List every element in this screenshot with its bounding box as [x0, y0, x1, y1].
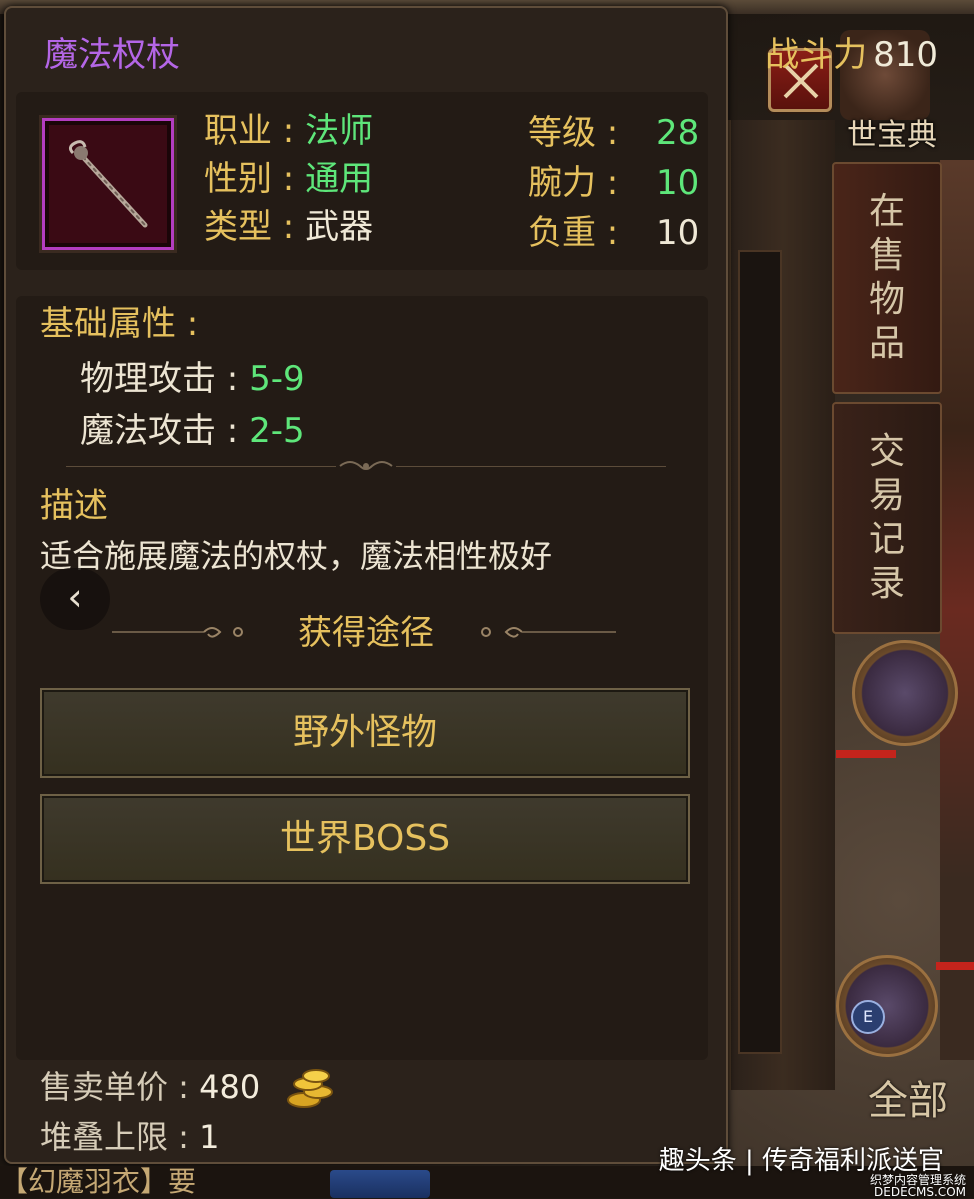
weight-label: 负重 :: [528, 213, 619, 253]
sell-price-label: 售卖单价 :: [40, 1068, 200, 1106]
e-badge: E: [851, 1000, 885, 1034]
magic-attack-row: 魔法攻击 : 2-5: [80, 408, 305, 454]
watermark-small-text: 织梦内容管理系统 DEDECMS.COM: [869, 1173, 966, 1199]
filter-all-label[interactable]: 全部: [868, 1068, 948, 1126]
type-label: 类型 :: [204, 207, 306, 247]
stack-limit-value: 1: [199, 1118, 220, 1156]
hp-bar: [936, 962, 974, 970]
tab-on-sale-label: 在售物品: [868, 191, 905, 364]
watermark-text: 趣头条 | 传奇福利派送官: [658, 1146, 944, 1176]
level-value: 28: [656, 113, 700, 153]
class-row: 职业 : 法师: [204, 108, 373, 154]
level-label: 等级 :: [528, 113, 619, 153]
source-world-boss-button[interactable]: 世界BOSS: [40, 794, 690, 884]
item-name: 魔法权杖: [44, 35, 180, 75]
heading-ornament-right-icon: [481, 627, 616, 638]
sell-price-value: 480: [199, 1068, 261, 1106]
strength-value: 10: [656, 163, 700, 203]
scene-decoration: [940, 160, 974, 1060]
gold-coins-icon: [287, 1069, 333, 1108]
phys-attack-row: 物理攻击 : 5-9: [80, 356, 305, 402]
item-icon-slot[interactable]: [42, 118, 174, 250]
phys-attack-value: 5-9: [249, 359, 305, 399]
gender-label: 性别 :: [204, 159, 306, 199]
stack-limit-row: 堆叠上限 : 1: [40, 1114, 220, 1160]
spellbook-icon[interactable]: [852, 640, 958, 746]
type-row: 类型 : 武器: [204, 204, 373, 250]
bottom-blue-button[interactable]: [330, 1170, 430, 1198]
staff-icon: [68, 140, 148, 228]
scroll-track[interactable]: [738, 250, 782, 1054]
phys-attack-label: 物理攻击 :: [80, 359, 250, 399]
tab-on-sale[interactable]: 在售物品: [832, 162, 942, 394]
tab-trade-records-label: 交易记录: [868, 431, 905, 604]
treasure-book-label[interactable]: 世宝典: [832, 118, 952, 154]
sources-heading: 获得途径: [298, 613, 434, 653]
stack-limit-label: 堆叠上限 :: [40, 1118, 200, 1156]
combat-power-value: 810: [873, 35, 938, 75]
bottom-item-text[interactable]: 【幻魔羽衣】要: [0, 1166, 196, 1198]
magic-attack-label: 魔法攻击 :: [80, 411, 250, 451]
strength-label: 腕力 :: [528, 163, 619, 203]
tab-trade-records[interactable]: 交易记录: [832, 402, 942, 634]
sell-price-row: 售卖单价 : 480: [40, 1064, 260, 1110]
class-value: 法师: [305, 111, 374, 151]
base-attrs-heading: 基础属性 :: [40, 304, 199, 344]
divider-ornament-icon: [336, 458, 396, 474]
description-text: 适合施展魔法的权杖，魔法相性极好: [40, 537, 553, 575]
weight-value: 10: [656, 213, 700, 253]
combat-power: 战斗力 810: [765, 34, 938, 76]
skill-slot-icon[interactable]: E: [836, 955, 938, 1057]
type-value: 武器: [305, 207, 374, 247]
hp-bar: [836, 750, 896, 758]
description-heading: 描述: [40, 486, 108, 526]
class-label: 职业 :: [204, 111, 306, 151]
gender-row: 性别 : 通用: [204, 156, 373, 202]
source-wild-monsters-button[interactable]: 野外怪物: [40, 688, 690, 778]
gender-value: 通用: [305, 159, 374, 199]
combat-power-label: 战斗力: [765, 35, 868, 75]
magic-attack-value: 2-5: [249, 411, 305, 451]
